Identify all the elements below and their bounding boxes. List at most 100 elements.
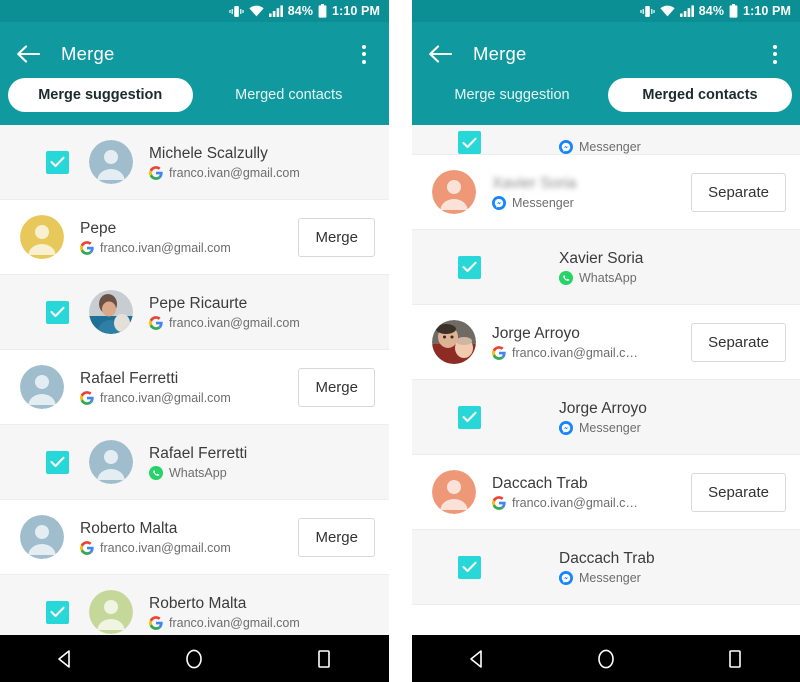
google-icon (492, 345, 506, 360)
contact-account-text: franco.ivan@gmail.com (100, 240, 231, 255)
messenger-icon (492, 195, 506, 210)
contact-meta: Roberto Malta franco.ivan@gmail.com (80, 520, 298, 555)
contact-account: WhatsApp (149, 465, 367, 480)
contact-account: Messenger (559, 420, 778, 435)
contact-account-text: Messenger (579, 570, 641, 585)
back-arrow-icon[interactable] (427, 41, 453, 67)
contact-row[interactable]: Rafael Ferretti WhatsApp (0, 425, 389, 500)
nav-back-triangle-icon[interactable] (38, 639, 92, 679)
tab-merge-suggestion[interactable]: Merge suggestion (420, 78, 604, 112)
contact-account: franco.ivan@gmail.com (80, 241, 290, 255)
nav-home-circle-icon[interactable] (579, 639, 633, 679)
separate-button[interactable]: Separate (691, 322, 786, 362)
contact-account-text: franco.ivan@gmail.com (169, 615, 300, 630)
row-checkbox-checked[interactable] (458, 405, 481, 429)
contact-row[interactable]: Xavier Soria WhatsApp (412, 230, 800, 305)
contact-account-text: WhatsApp (169, 465, 227, 480)
contact-row[interactable]: Jorge Arroyo franco.ivan@gmail.c… Separate (412, 305, 800, 380)
contact-row[interactable]: Pepe franco.ivan@gmail.com Merge (0, 200, 389, 275)
contact-row[interactable]: Xavier Soria Messenger Separate (412, 155, 800, 230)
status-bar-right: 84% 1:10 PM (412, 0, 800, 22)
battery-icon (729, 4, 738, 18)
nav-recents-square-icon[interactable] (297, 639, 351, 679)
nav-back-triangle-icon[interactable] (450, 639, 504, 679)
contact-name: Daccach Trab (559, 549, 655, 567)
google-icon (80, 540, 94, 555)
right-phone-screen: 84% 1:10 PM Merge Merge suggestion Merge… (412, 0, 800, 682)
left-tab-bar: Merge suggestion Merged contacts (0, 76, 389, 125)
contact-row[interactable]: Daccach Trab franco.ivan@gmail.c… Separate (412, 455, 800, 530)
overflow-menu-icon[interactable] (353, 40, 375, 68)
row-checkbox-checked[interactable] (46, 450, 69, 474)
page-title: Merge (473, 43, 527, 64)
contact-account-text: franco.ivan@gmail.c… (512, 495, 638, 510)
row-checkbox-checked[interactable] (46, 600, 69, 624)
contact-meta: Jorge Arroyo Messenger (559, 400, 786, 435)
avatar (89, 590, 133, 634)
battery-percent: 84% (287, 4, 314, 18)
page-title: Merge (61, 43, 115, 64)
contact-account: franco.ivan@gmail.com (149, 316, 367, 330)
left-contact-list[interactable]: Michele Scalzully franco.ivan@gmail.com Pe… (0, 125, 389, 635)
left-phone-screen: 84% 1:10 PM Merge Merge suggestion Merge… (0, 0, 389, 682)
contact-row[interactable]: Roberto Malta franco.ivan@gmail.com (0, 575, 389, 635)
tab-merged-contacts[interactable]: Merged contacts (608, 78, 792, 112)
contact-meta: Jorge Arroyo franco.ivan@gmail.c… (492, 325, 691, 360)
contact-account: WhatsApp (559, 270, 778, 285)
contact-account: franco.ivan@gmail.com (80, 541, 290, 555)
row-checkbox-checked[interactable] (46, 300, 69, 324)
left-nav-bar (0, 635, 389, 682)
row-checkbox-checked[interactable] (46, 150, 69, 174)
contact-row[interactable]: Rafael Ferretti franco.ivan@gmail.com Merg… (0, 350, 389, 425)
google-icon (149, 315, 163, 330)
contact-account: franco.ivan@gmail.com (149, 616, 367, 630)
messenger-icon (559, 570, 573, 585)
merge-button[interactable]: Merge (298, 517, 375, 557)
google-icon (80, 240, 94, 255)
contact-name: Pepe Ricaurte (149, 294, 248, 312)
contact-account: Messenger (492, 195, 683, 210)
merge-button[interactable]: Merge (298, 217, 375, 257)
messenger-icon (559, 420, 573, 435)
contact-row[interactable]: Pepe Ricaurte franco.ivan@gmail.com (0, 275, 389, 350)
contact-row[interactable]: Messenger (412, 125, 800, 155)
whatsapp-icon (559, 270, 573, 285)
contact-meta: Roberto Malta franco.ivan@gmail.com (149, 595, 375, 630)
contact-meta: Michele Scalzully franco.ivan@gmail.com (149, 145, 375, 180)
contact-row[interactable]: Roberto Malta franco.ivan@gmail.com Merge (0, 500, 389, 575)
tab-merged-contacts[interactable]: Merged contacts (197, 78, 382, 112)
contact-account: Messenger (559, 140, 778, 154)
messenger-icon (559, 140, 573, 154)
left-app-bar-row: Merge (0, 32, 389, 76)
status-bar-time: 1:10 PM (743, 4, 791, 18)
back-arrow-icon[interactable] (15, 41, 41, 67)
contact-row[interactable]: Daccach Trab Messenger (412, 530, 800, 605)
row-checkbox-checked[interactable] (458, 131, 481, 154)
nav-home-circle-icon[interactable] (167, 639, 221, 679)
contact-name: Jorge Arroyo (559, 399, 647, 417)
contact-row[interactable]: Jorge Arroyo Messenger (412, 380, 800, 455)
nav-recents-square-icon[interactable] (708, 639, 762, 679)
contact-name: Michele Scalzully (149, 144, 268, 162)
contact-name: Xavier Soria (559, 249, 644, 267)
right-contact-list[interactable]: Messenger Xavier Soria Messenger Separate Xa… (412, 125, 800, 635)
tab-merge-suggestion[interactable]: Merge suggestion (8, 78, 193, 112)
vibrate-icon (229, 5, 244, 18)
contact-name: Daccach Trab (492, 474, 588, 492)
separate-button[interactable]: Separate (691, 472, 786, 512)
contact-account-text: franco.ivan@gmail.com (100, 540, 231, 555)
contact-meta: Messenger (559, 140, 786, 154)
row-checkbox-checked[interactable] (458, 255, 481, 279)
separate-button[interactable]: Separate (691, 172, 786, 212)
merge-button[interactable]: Merge (298, 367, 375, 407)
avatar (432, 320, 476, 364)
signal-bars-icon (679, 5, 695, 17)
avatar (432, 170, 476, 214)
row-checkbox-checked[interactable] (458, 555, 481, 579)
contact-row[interactable]: Michele Scalzully franco.ivan@gmail.com (0, 125, 389, 200)
whatsapp-icon (149, 465, 163, 480)
overflow-menu-icon[interactable] (764, 40, 786, 68)
panel-gap (389, 0, 412, 682)
status-bar-time: 1:10 PM (332, 4, 380, 18)
dual-screenshot-container: 84% 1:10 PM Merge Merge suggestion Merge… (0, 0, 800, 682)
